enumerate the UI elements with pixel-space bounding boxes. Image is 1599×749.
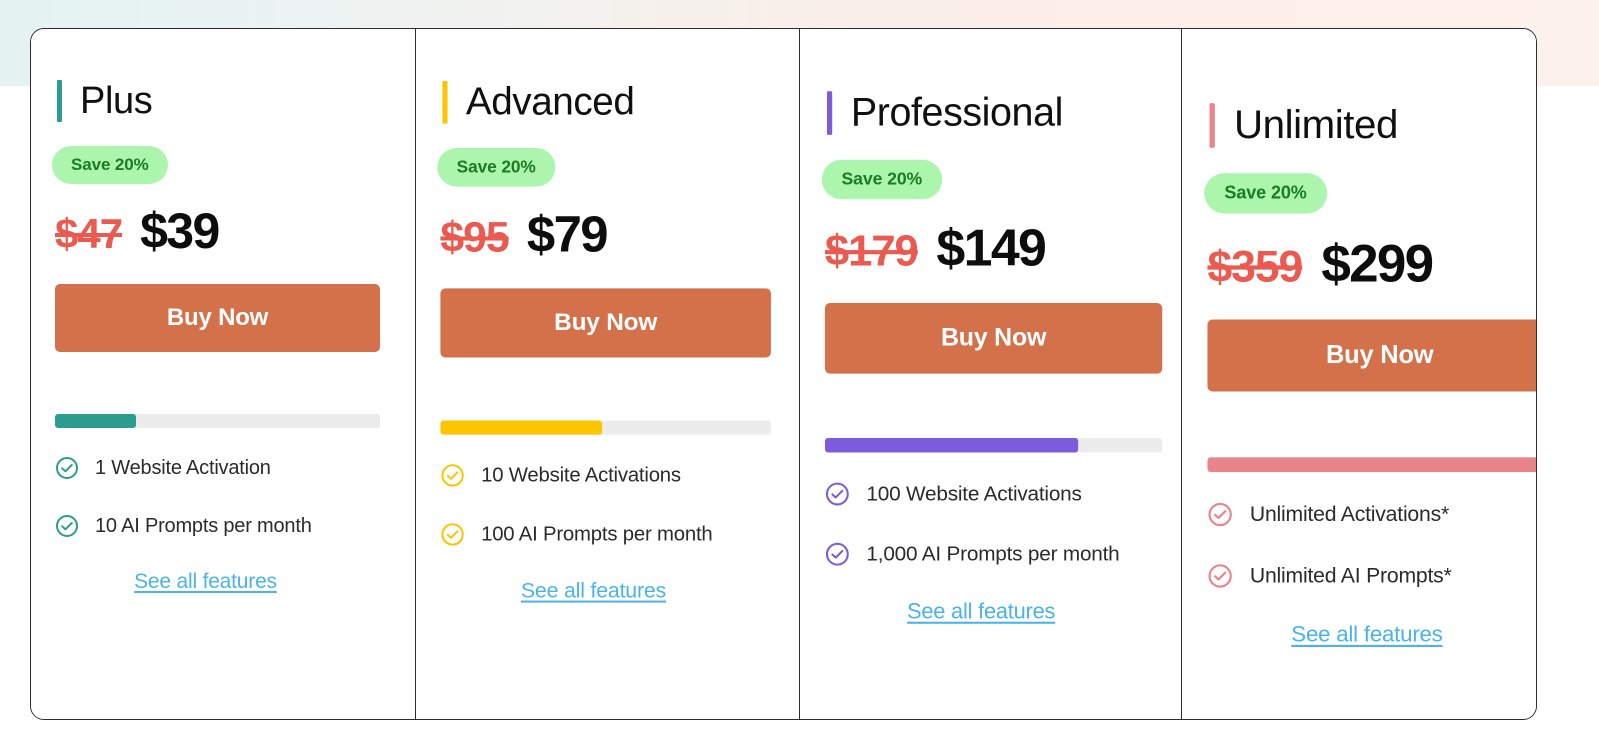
plan-name: Advanced xyxy=(466,80,635,124)
plan-name: Professional xyxy=(850,91,1063,135)
plan-header: Plus xyxy=(57,75,416,127)
feature-list: 1 Website Activation 10 AI Prompts per m… xyxy=(55,454,416,540)
feature-label: 10 Website Activations xyxy=(481,464,682,487)
check-circle-icon xyxy=(825,482,850,507)
pricing-page: Plus Save 20% $47 $39 Buy Now 1 Website … xyxy=(0,0,1599,749)
see-all-features-wrap: See all features xyxy=(416,579,771,603)
plan-name: Unlimited xyxy=(1234,103,1399,148)
feature-label: 1,000 AI Prompts per month xyxy=(866,542,1120,566)
see-all-features-wrap: See all features xyxy=(1182,623,1536,648)
plan-accent-bar xyxy=(442,80,449,124)
feature-label: Unlimited AI Prompts* xyxy=(1250,564,1453,588)
price-row: $47 $39 xyxy=(55,206,416,256)
list-item: 1 Website Activation xyxy=(55,454,416,482)
price-row: $95 $79 xyxy=(441,209,801,260)
plan-accent-bar xyxy=(1210,103,1216,148)
original-price: $47 xyxy=(55,210,123,257)
plan-header: Unlimited xyxy=(1210,98,1536,153)
current-price: $149 xyxy=(936,218,1046,278)
price-row: $179 $149 xyxy=(825,222,1184,274)
feature-list: 10 Website Activations 100 AI Prompts pe… xyxy=(441,461,801,548)
list-item: 10 Website Activations xyxy=(441,461,801,489)
list-item: Unlimited AI Prompts* xyxy=(1208,561,1536,591)
see-all-features-link[interactable]: See all features xyxy=(1292,623,1444,648)
buy-now-button[interactable]: Buy Now xyxy=(55,284,380,352)
price-row: $359 $299 xyxy=(1207,233,1536,293)
check-circle-icon xyxy=(441,463,465,487)
current-price: $299 xyxy=(1321,233,1435,293)
see-all-features-link[interactable]: See all features xyxy=(521,579,666,603)
save-badge: Save 20% xyxy=(821,159,942,200)
plan-capacity-meter xyxy=(440,420,772,435)
see-all-features-wrap: See all features xyxy=(800,600,1162,625)
list-item: Unlimited Activations* xyxy=(1208,500,1536,530)
plan-accent-bar xyxy=(826,91,833,135)
save-badge: Save 20% xyxy=(1204,173,1328,214)
see-all-features-link[interactable]: See all features xyxy=(907,600,1055,625)
feature-label: 100 Website Activations xyxy=(866,482,1082,506)
plan-column-advanced: Advanced Save 20% $95 $79 Buy Now 10 Web… xyxy=(415,29,801,719)
list-item: 1,000 AI Prompts per month xyxy=(825,540,1184,569)
check-circle-icon xyxy=(1208,502,1233,527)
check-circle-icon xyxy=(1208,563,1233,588)
feature-label: Unlimited Activations* xyxy=(1250,502,1450,527)
original-price: $359 xyxy=(1207,240,1304,291)
plan-capacity-meter-fill xyxy=(824,437,1078,453)
check-circle-icon xyxy=(825,542,850,567)
feature-label: 10 AI Prompts per month xyxy=(95,515,312,537)
see-all-features-wrap: See all features xyxy=(31,570,380,594)
list-item: 10 AI Prompts per month xyxy=(55,512,416,540)
plan-header: Professional xyxy=(826,86,1184,140)
feature-label: 100 AI Prompts per month xyxy=(481,523,714,546)
feature-list: Unlimited Activations* Unlimited AI Prom… xyxy=(1208,500,1536,591)
plan-capacity-meter-fill xyxy=(440,420,603,435)
check-circle-icon xyxy=(55,514,79,538)
plan-column-plus: Plus Save 20% $47 $39 Buy Now 1 Website … xyxy=(31,29,416,719)
current-price: $39 xyxy=(140,203,220,259)
plan-capacity-meter-fill xyxy=(55,414,137,428)
plan-capacity-meter-fill xyxy=(1207,457,1536,473)
plan-capacity-meter xyxy=(824,437,1163,453)
original-price: $179 xyxy=(824,226,919,276)
feature-list: 100 Website Activations 1,000 AI Prompts… xyxy=(825,479,1184,568)
feature-label: 1 Website Activation xyxy=(95,457,271,479)
plan-capacity-meter xyxy=(55,414,380,428)
buy-now-button[interactable]: Buy Now xyxy=(824,303,1163,374)
plan-column-unlimited: Unlimited Save 20% $359 $299 Buy Now Unl… xyxy=(1181,29,1536,719)
original-price: $95 xyxy=(440,213,510,261)
save-badge: Save 20% xyxy=(437,147,556,187)
save-badge: Save 20% xyxy=(52,146,168,184)
plan-capacity-meter xyxy=(1207,457,1536,473)
check-circle-icon xyxy=(55,456,79,480)
check-circle-icon xyxy=(441,522,465,546)
list-item: 100 AI Prompts per month xyxy=(441,520,801,548)
plan-accent-bar xyxy=(57,80,62,122)
buy-now-button[interactable]: Buy Now xyxy=(1207,319,1536,392)
current-price: $79 xyxy=(527,205,609,263)
plan-name: Plus xyxy=(80,80,153,122)
buy-now-button[interactable]: Buy Now xyxy=(440,288,772,358)
list-item: 100 Website Activations xyxy=(825,479,1184,508)
plan-column-professional: Professional Save 20% $179 $149 Buy Now xyxy=(798,29,1184,719)
see-all-features-link[interactable]: See all features xyxy=(134,570,277,594)
plan-header: Advanced xyxy=(442,76,801,129)
pricing-table: Plus Save 20% $47 $39 Buy Now 1 Website … xyxy=(30,28,1537,720)
